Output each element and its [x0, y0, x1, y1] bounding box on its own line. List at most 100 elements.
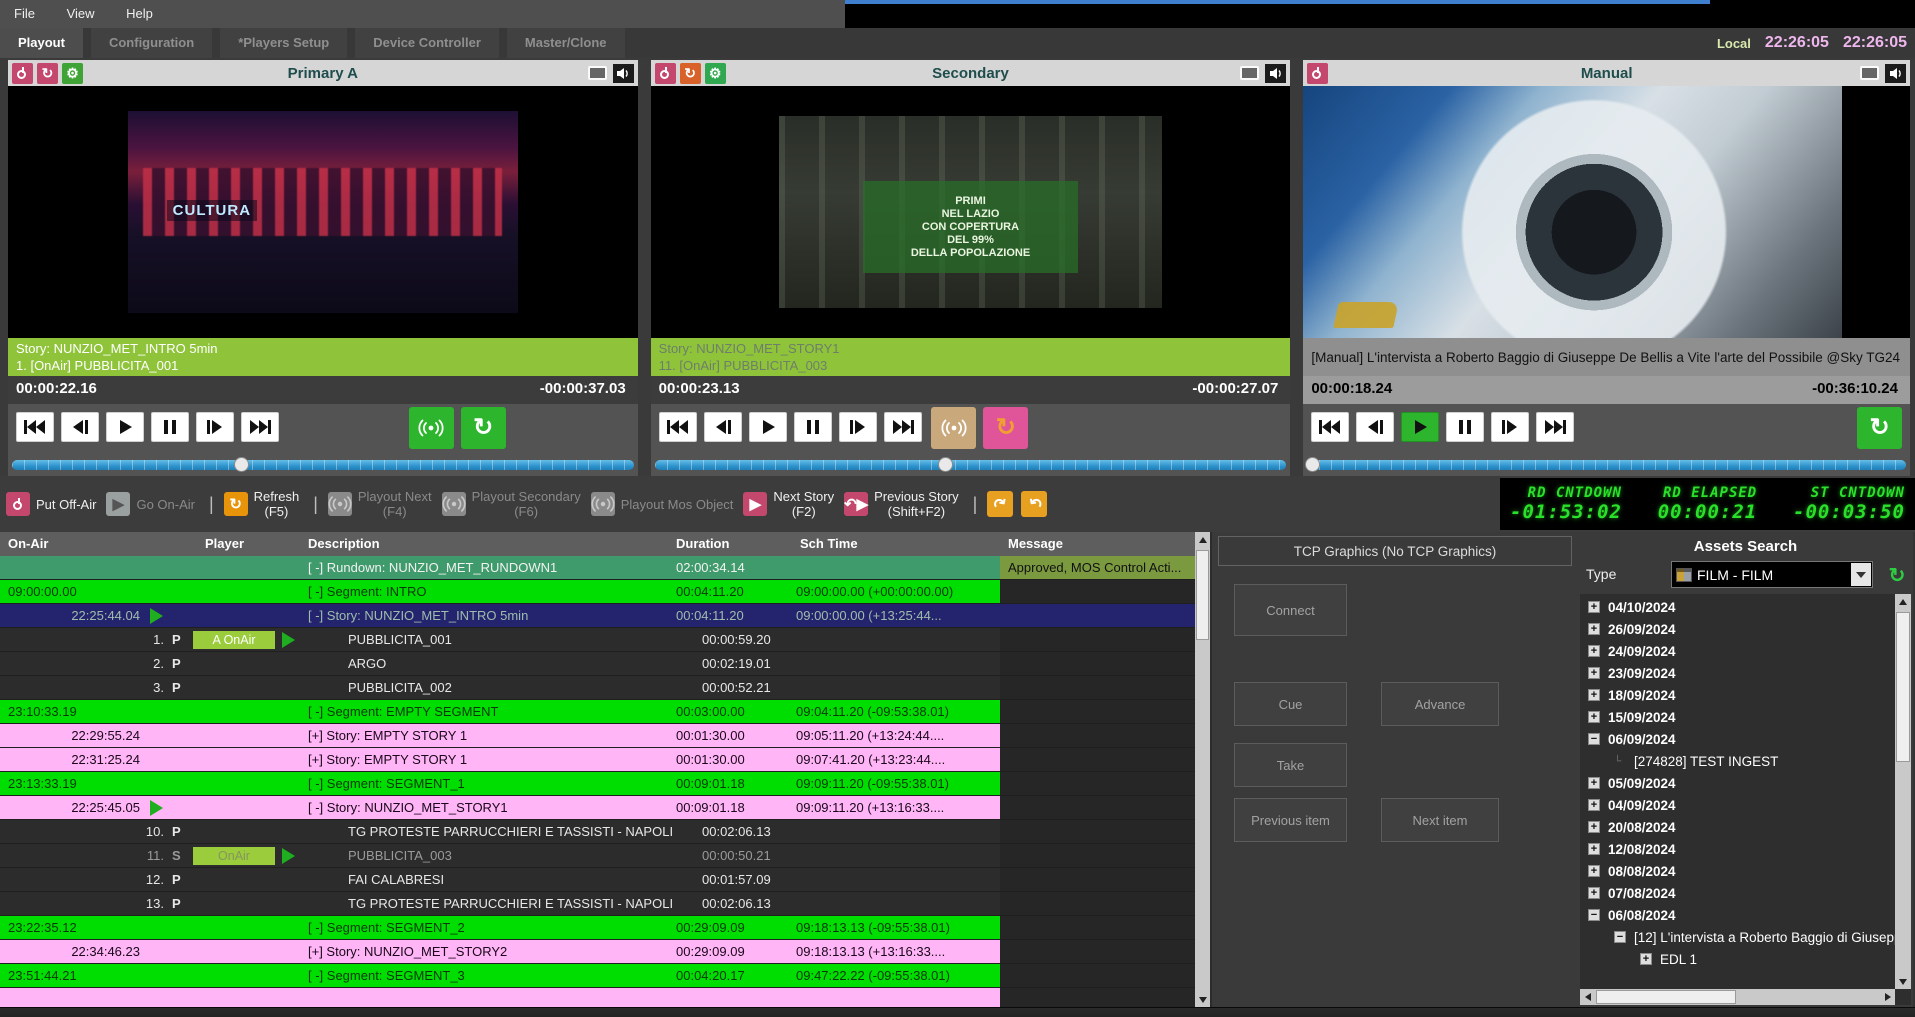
- step-forward-button[interactable]: [196, 412, 234, 442]
- play-button[interactable]: [106, 412, 144, 442]
- collapse-icon[interactable]: −: [1588, 909, 1600, 921]
- skip-forward-button[interactable]: [884, 412, 922, 442]
- expand-icon[interactable]: +: [1588, 601, 1600, 613]
- table-row[interactable]: 2.PARGO00:02:19.01: [0, 652, 1195, 676]
- monitor-icon[interactable]: [1860, 66, 1879, 80]
- next-item-button[interactable]: Next item: [1381, 798, 1499, 842]
- tree-horizontal-scrollbar[interactable]: [1580, 989, 1895, 1005]
- refresh-button[interactable]: ↻ Refresh(F5): [224, 489, 300, 519]
- connect-button[interactable]: Connect: [1234, 584, 1347, 636]
- pause-button[interactable]: [151, 412, 189, 442]
- tree-item[interactable]: −06/09/2024: [1580, 728, 1895, 750]
- tab-device-controller[interactable]: Device Controller: [355, 28, 499, 58]
- skip-back-button[interactable]: [16, 412, 54, 442]
- chevron-down-icon[interactable]: [1851, 563, 1871, 586]
- menu-view[interactable]: View: [53, 0, 109, 21]
- table-scrollbar[interactable]: [1195, 532, 1210, 1007]
- step-forward-button[interactable]: [1491, 412, 1529, 442]
- tree-item[interactable]: +20/08/2024: [1580, 816, 1895, 838]
- loop-button[interactable]: ↻: [983, 407, 1028, 449]
- table-row[interactable]: 22:29:55.24[+] Story: EMPTY STORY 100:01…: [0, 724, 1195, 748]
- playout-next-button[interactable]: Playout Next(F4): [328, 489, 432, 519]
- tree-item[interactable]: +04/09/2024: [1580, 794, 1895, 816]
- collapse-icon[interactable]: −: [1614, 931, 1626, 943]
- expand-icon[interactable]: +: [1588, 645, 1600, 657]
- skip-back-button[interactable]: [1311, 412, 1349, 442]
- seek-slider[interactable]: [1303, 454, 1910, 476]
- skip-forward-button[interactable]: [241, 412, 279, 442]
- expand-icon[interactable]: +: [1588, 799, 1600, 811]
- expand-icon[interactable]: +: [1588, 623, 1600, 635]
- table-row[interactable]: 22:25:44.04[ -] Story: NUNZIO_MET_INTRO …: [0, 604, 1195, 628]
- tree-item[interactable]: +07/08/2024: [1580, 882, 1895, 904]
- tree-vertical-scrollbar[interactable]: [1895, 594, 1911, 989]
- seek-slider[interactable]: [8, 454, 638, 476]
- tree-item[interactable]: −06/08/2024: [1580, 904, 1895, 926]
- step-back-button[interactable]: [704, 412, 742, 442]
- expand-icon[interactable]: +: [1588, 887, 1600, 899]
- speaker-icon[interactable]: [1885, 64, 1906, 83]
- table-row[interactable]: 13.PTG PROTESTE PARRUCCHIERI E TASSISTI …: [0, 892, 1195, 916]
- table-row[interactable]: 23:51:44.21[ -] Segment: SEGMENT_300:04:…: [0, 964, 1195, 988]
- expand-icon[interactable]: +: [1588, 777, 1600, 789]
- scrollbar-thumb[interactable]: [1596, 990, 1736, 1004]
- take-button[interactable]: Take: [1234, 743, 1347, 787]
- tab-master-clone[interactable]: Master/Clone: [507, 28, 625, 58]
- tree-item[interactable]: +08/08/2024: [1580, 860, 1895, 882]
- step-back-button[interactable]: [61, 412, 99, 442]
- tree-item[interactable]: +26/09/2024: [1580, 618, 1895, 640]
- cue-button[interactable]: Cue: [1234, 682, 1347, 726]
- table-row[interactable]: 22:25:45.05[ -] Story: NUNZIO_MET_STORY1…: [0, 796, 1195, 820]
- tree-item[interactable]: +12/08/2024: [1580, 838, 1895, 860]
- tab-players-setup[interactable]: *Players Setup: [220, 28, 347, 58]
- arrow-up-right-button[interactable]: ↷: [987, 491, 1013, 517]
- expand-icon[interactable]: +: [1588, 821, 1600, 833]
- speaker-icon[interactable]: [1265, 64, 1286, 83]
- scrollbar-thumb[interactable]: [1896, 612, 1910, 762]
- expand-icon[interactable]: +: [1588, 667, 1600, 679]
- expand-icon[interactable]: +: [1640, 953, 1652, 965]
- tree-item[interactable]: +24/09/2024: [1580, 640, 1895, 662]
- skip-forward-button[interactable]: [1536, 412, 1574, 442]
- slider-thumb[interactable]: [234, 457, 249, 472]
- tree-item[interactable]: +18/09/2024: [1580, 684, 1895, 706]
- table-row[interactable]: 22:34:46.23[+] Story: NUNZIO_MET_STORY20…: [0, 940, 1195, 964]
- advance-button[interactable]: Advance: [1381, 682, 1499, 726]
- table-row[interactable]: 12.PFAI CALABRESI00:01:57.09: [0, 868, 1195, 892]
- previous-story-button[interactable]: ↶▶ Previous Story(Shift+F2): [844, 489, 959, 519]
- loop-button[interactable]: ↻: [1857, 407, 1902, 449]
- tree-item[interactable]: +05/09/2024: [1580, 772, 1895, 794]
- go-on-air-button[interactable]: ▶ Go On-Air: [106, 492, 195, 516]
- expand-icon[interactable]: +: [1588, 711, 1600, 723]
- table-row[interactable]: [0, 988, 1195, 1007]
- tab-configuration[interactable]: Configuration: [91, 28, 212, 58]
- scroll-right-icon[interactable]: [1880, 989, 1895, 1004]
- scroll-down-icon[interactable]: [1195, 992, 1210, 1007]
- expand-icon[interactable]: +: [1588, 689, 1600, 701]
- table-row[interactable]: 23:10:33.19[ -] Segment: EMPTY SEGMENT00…: [0, 700, 1195, 724]
- speaker-icon[interactable]: [613, 64, 634, 83]
- playout-mos-button[interactable]: Playout Mos Object: [591, 492, 734, 516]
- tree-item[interactable]: +EDL 1: [1580, 948, 1895, 970]
- table-row[interactable]: 23:22:35.12[ -] Segment: SEGMENT_200:29:…: [0, 916, 1195, 940]
- table-row[interactable]: 1.PA OnAirPUBBLICITA_00100:00:59.20: [0, 628, 1195, 652]
- scroll-up-icon[interactable]: [1895, 594, 1910, 609]
- expand-icon[interactable]: +: [1588, 865, 1600, 877]
- table-row[interactable]: 10.PTG PROTESTE PARRUCCHIERI E TASSISTI …: [0, 820, 1195, 844]
- pause-button[interactable]: [794, 412, 832, 442]
- table-row[interactable]: 22:31:25.24[+] Story: EMPTY STORY 100:01…: [0, 748, 1195, 772]
- skip-back-button[interactable]: [659, 412, 697, 442]
- tree-item[interactable]: +04/10/2024: [1580, 596, 1895, 618]
- scroll-up-icon[interactable]: [1195, 532, 1210, 547]
- tree-item[interactable]: └[274828] TEST INGEST: [1580, 750, 1895, 772]
- monitor-icon[interactable]: [1240, 66, 1259, 80]
- playout-secondary-button[interactable]: Playout Secondary(F6): [442, 489, 581, 519]
- table-row[interactable]: 09:00:00.00[ -] Segment: INTRO00:04:11.2…: [0, 580, 1195, 604]
- table-row[interactable]: 11.SOnAirPUBBLICITA_00300:00:50.21: [0, 844, 1195, 868]
- step-forward-button[interactable]: [839, 412, 877, 442]
- tree-item[interactable]: +15/09/2024: [1580, 706, 1895, 728]
- monitor-icon[interactable]: [588, 66, 607, 80]
- scroll-down-icon[interactable]: [1895, 974, 1910, 989]
- table-row[interactable]: [ -] Rundown: NUNZIO_MET_RUNDOWN102:00:3…: [0, 556, 1195, 580]
- pause-button[interactable]: [1446, 412, 1484, 442]
